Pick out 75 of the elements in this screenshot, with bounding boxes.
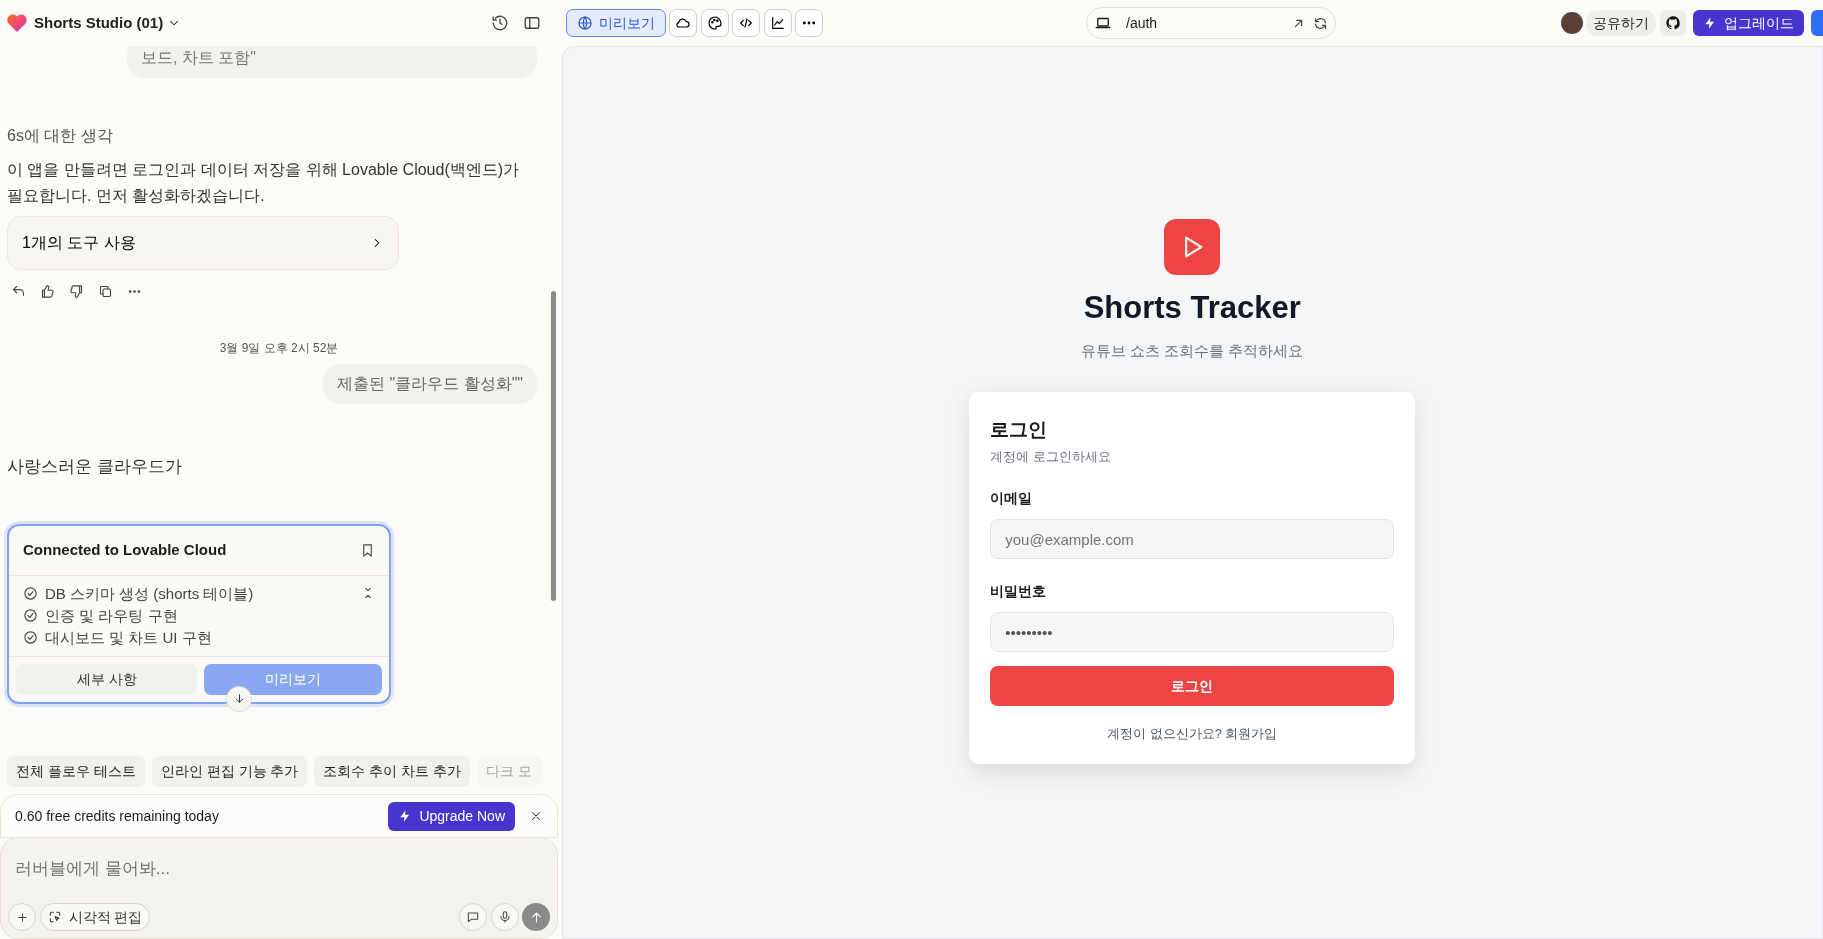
cloud-tab[interactable]: [669, 9, 697, 37]
assistant-message: 이 앱을 만들려면 로그인과 데이터 저장을 위해 Lovable Cloud(백엔드)가 필요합니다. 먼저 활성화하겠습니다.: [7, 160, 521, 206]
app-title: Shorts Tracker: [1083, 289, 1301, 327]
more-tab[interactable]: [795, 9, 823, 37]
refresh-button[interactable]: [1313, 15, 1328, 31]
microphone-icon: [497, 910, 512, 924]
tool-usage-toggle[interactable]: 1개의 도구 사용: [7, 216, 399, 270]
github-icon: [1664, 15, 1681, 31]
thinking-label: 6s에 대한 생각: [7, 126, 114, 146]
address-bar[interactable]: /auth: [1086, 7, 1336, 39]
thumbs-down-icon: [68, 284, 84, 299]
code-tab[interactable]: [732, 9, 760, 37]
plus-icon: [15, 910, 29, 924]
palette-icon: [706, 15, 723, 31]
user-avatar[interactable]: [1560, 12, 1583, 34]
suggestion-chip[interactable]: 조회수 추이 차트 추가: [314, 756, 471, 787]
refresh-icon: [1313, 15, 1328, 31]
share-button[interactable]: 공유하기: [1586, 10, 1656, 36]
url-path: /auth: [1126, 13, 1158, 33]
visual-edit-icon: [47, 910, 62, 924]
task-item: DB 스키마 생성 (shorts 테이블): [45, 583, 254, 604]
add-button[interactable]: [8, 903, 36, 931]
field-label: 이메일: [990, 489, 1034, 508]
close-button[interactable]: [529, 809, 543, 823]
preview-tab[interactable]: 미리보기: [565, 9, 666, 37]
bookmark-icon: [360, 542, 375, 558]
message-timestamp: 3월 9일 오후 2시 52분: [218, 340, 340, 357]
github-button[interactable]: [1659, 10, 1686, 36]
password-field[interactable]: •••••••••: [990, 612, 1395, 652]
heart-logo-icon: [7, 14, 27, 32]
history-icon: [491, 14, 509, 32]
like-button[interactable]: [39, 284, 55, 299]
undo-button[interactable]: [10, 284, 26, 299]
copy-icon: [97, 284, 113, 299]
thumbs-up-icon: [39, 284, 55, 299]
chat-mode-button[interactable]: [459, 903, 487, 931]
card-subtitle: 계정에 로그인하세요: [990, 447, 1112, 466]
message-bubble: 보드, 차트 포함": [127, 46, 537, 78]
suggestion-chip[interactable]: 인라인 편집 기능 추가: [151, 756, 308, 787]
email-field[interactable]: you@example.com: [990, 519, 1395, 559]
task-item: 대시보드 및 차트 UI 구현: [45, 627, 212, 648]
undo-icon: [10, 284, 26, 299]
bookmark-button[interactable]: [360, 542, 375, 558]
upgrade-now-button[interactable]: Upgrade Now: [388, 801, 515, 831]
microphone-button[interactable]: [490, 903, 519, 931]
assistant-message: 사랑스러운 클라우드가: [7, 456, 183, 478]
project-menu[interactable]: Shorts Studio (01): [34, 11, 181, 35]
visual-edit-button[interactable]: 시각적 편집: [39, 903, 151, 931]
sidebar-icon: [523, 14, 541, 32]
dislike-button[interactable]: [68, 284, 84, 299]
chart-tab[interactable]: [763, 9, 792, 37]
details-button[interactable]: 세부 사항: [16, 663, 198, 695]
scrollbar-thumb[interactable]: [551, 291, 556, 601]
field-label: 비밀번호: [990, 582, 1048, 601]
card-title: 로그인: [990, 418, 1049, 442]
sidebar-toggle-button[interactable]: [523, 14, 541, 32]
task-item: 인증 및 라우팅 구현: [45, 605, 178, 626]
palette-tab[interactable]: [700, 9, 729, 37]
upgrade-button[interactable]: 업그레이드: [1692, 10, 1804, 36]
chat-bubble-icon: [466, 910, 480, 924]
card-title: Connected to Lovable Cloud: [23, 539, 227, 560]
history-button[interactable]: [491, 14, 509, 32]
close-icon: [529, 809, 543, 823]
app-subtitle: 유튜브 쇼츠 조회수를 추적하세요: [1081, 340, 1304, 361]
publish-button-edge[interactable]: [1811, 10, 1823, 36]
signup-link[interactable]: 계정이 없으신가요? 회원가입: [990, 724, 1395, 744]
credits-text: 0.60 free credits remaining today: [15, 806, 219, 826]
chat-composer-field[interactable]: 러버블에게 물어봐... 시각적 편집: [0, 837, 558, 939]
globe-icon: [576, 15, 593, 31]
chart-icon: [769, 15, 786, 31]
copy-button[interactable]: [97, 284, 113, 299]
message-bubble: 제출된 "클라우드 활성화"": [323, 364, 537, 404]
login-button[interactable]: 로그인: [990, 666, 1395, 706]
suggestion-chip[interactable]: 전체 플로우 테스트: [7, 756, 145, 787]
send-button[interactable]: [522, 903, 550, 931]
